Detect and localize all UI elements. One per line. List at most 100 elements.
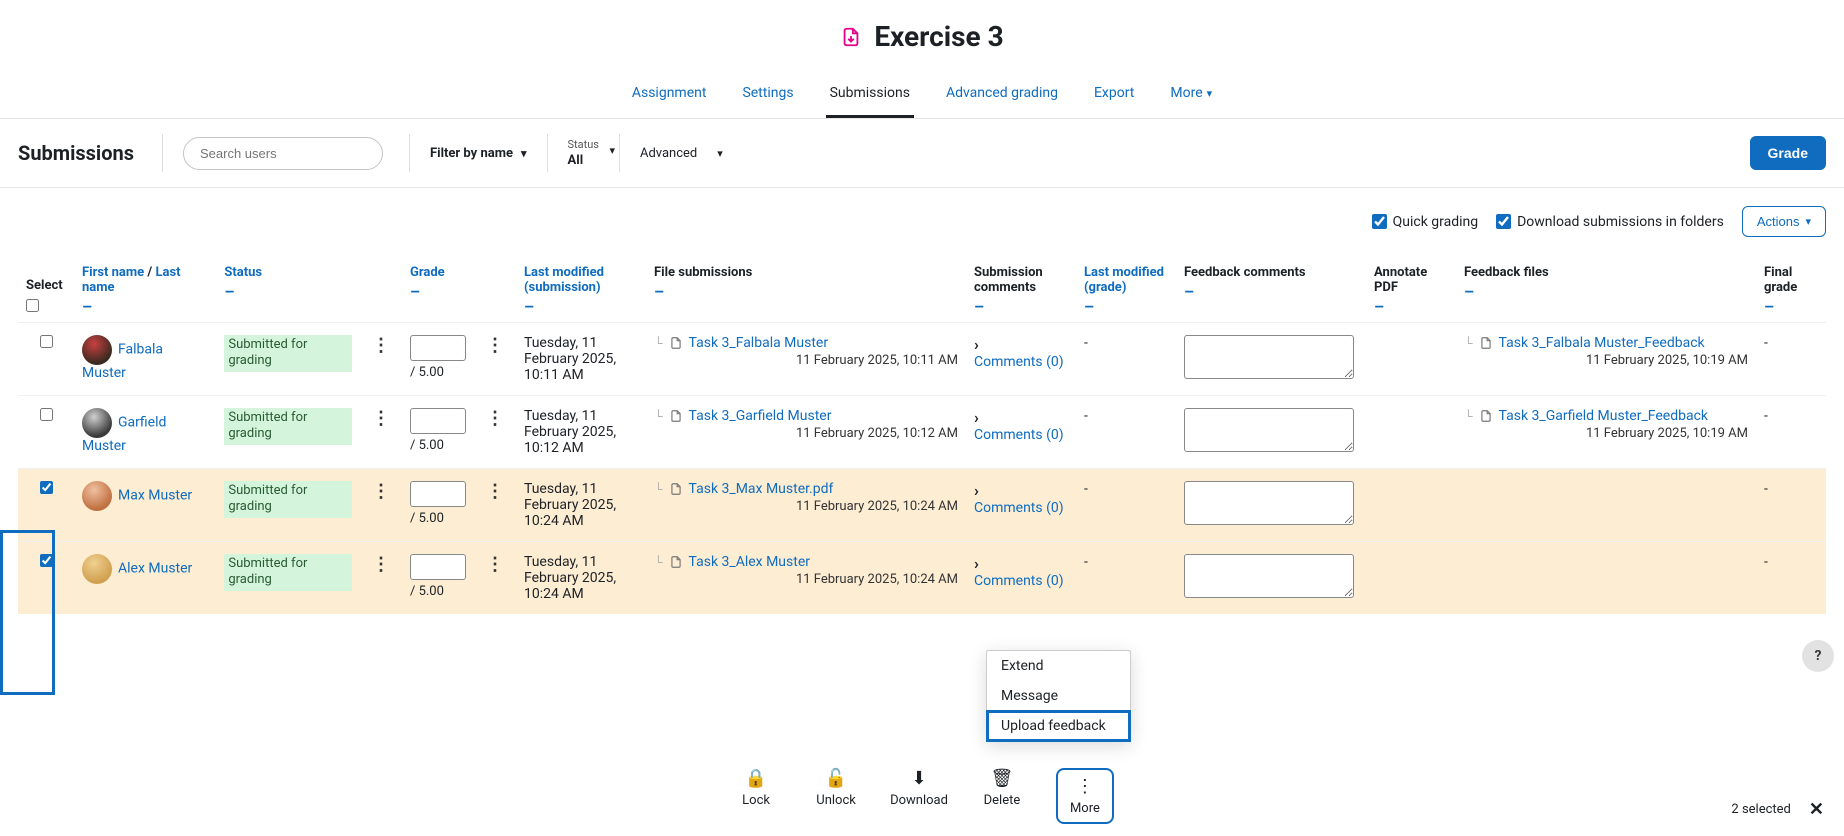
col-status[interactable]: Status – bbox=[216, 255, 360, 323]
sort-grade[interactable]: Grade bbox=[410, 265, 445, 280]
user-name-link[interactable]: Max Muster bbox=[118, 488, 192, 504]
row-menu-button[interactable]: ⋮ bbox=[482, 481, 508, 502]
submission-date: Tuesday, 11 February 2025, 10:24 AM bbox=[524, 554, 616, 602]
feedback-comments-input[interactable] bbox=[1184, 408, 1354, 452]
advanced-filter-dropdown[interactable]: Advanced ▾ bbox=[620, 142, 743, 165]
grade-input[interactable] bbox=[410, 554, 466, 580]
delete-button[interactable]: 🗑 Delete bbox=[976, 768, 1028, 808]
avatar bbox=[82, 408, 112, 438]
download-folders-input[interactable] bbox=[1496, 214, 1511, 229]
grade-button[interactable]: Grade bbox=[1750, 136, 1826, 170]
tab-advanced-grading[interactable]: Advanced grading bbox=[942, 75, 1062, 118]
tab-more[interactable]: More▾ bbox=[1166, 75, 1216, 118]
collapse-icon[interactable]: – bbox=[1464, 282, 1748, 301]
feedback-file-link[interactable]: Task 3_Falbala Muster_Feedback bbox=[1499, 335, 1705, 351]
row-menu-button[interactable]: ⋮ bbox=[368, 335, 394, 356]
collapse-icon[interactable]: – bbox=[654, 282, 958, 301]
collapse-icon[interactable]: – bbox=[224, 282, 352, 301]
submission-date: Tuesday, 11 February 2025, 10:12 AM bbox=[524, 408, 616, 456]
comments-link[interactable]: Comments (0) bbox=[974, 427, 1068, 443]
select-all-checkbox[interactable] bbox=[26, 299, 39, 312]
collapse-icon[interactable]: – bbox=[524, 297, 638, 316]
feedback-comments-input[interactable] bbox=[1184, 335, 1354, 379]
tree-icon: └ bbox=[654, 336, 663, 350]
tab-export[interactable]: Export bbox=[1090, 75, 1138, 118]
menu-item-message[interactable]: Message bbox=[987, 681, 1130, 711]
collapse-icon[interactable]: – bbox=[974, 297, 1068, 316]
download-button[interactable]: ⬇ Download bbox=[890, 768, 948, 808]
feedback-comments-input[interactable] bbox=[1184, 554, 1354, 598]
col-grade[interactable]: Grade – bbox=[402, 255, 474, 323]
more-button[interactable]: ⋮ More bbox=[1056, 768, 1114, 824]
quick-grading-input[interactable] bbox=[1372, 214, 1387, 229]
row-menu-button[interactable]: ⋮ bbox=[368, 408, 394, 429]
expand-comments-icon[interactable]: › bbox=[974, 408, 979, 427]
chevron-down-icon: ▾ bbox=[609, 144, 615, 157]
annotate-pdf-cell bbox=[1366, 542, 1456, 615]
comments-link[interactable]: Comments (0) bbox=[974, 500, 1068, 516]
download-folders-checkbox[interactable]: Download submissions in folders bbox=[1496, 214, 1724, 230]
row-menu-button[interactable]: ⋮ bbox=[368, 554, 394, 575]
comments-link[interactable]: Comments (0) bbox=[974, 573, 1068, 589]
sort-last-mod-grade[interactable]: Last modified (grade) bbox=[1084, 265, 1164, 295]
row-menu-button[interactable]: ⋮ bbox=[368, 481, 394, 502]
menu-item-extend[interactable]: Extend bbox=[987, 651, 1130, 681]
row-select-checkbox[interactable] bbox=[40, 481, 53, 494]
submission-file-link[interactable]: Task 3_Garfield Muster bbox=[689, 408, 832, 424]
tab-assignment[interactable]: Assignment bbox=[628, 75, 711, 118]
col-feedback-comments: Feedback comments – bbox=[1176, 255, 1366, 323]
grade-input[interactable] bbox=[410, 481, 466, 507]
chevron-down-icon: ▾ bbox=[1207, 87, 1213, 100]
lock-button[interactable]: 🔒 Lock bbox=[730, 768, 782, 808]
submission-file-link[interactable]: Task 3_Max Muster.pdf bbox=[689, 481, 834, 497]
row-menu-button[interactable]: ⋮ bbox=[482, 335, 508, 356]
comments-link[interactable]: Comments (0) bbox=[974, 354, 1068, 370]
expand-comments-icon[interactable]: › bbox=[974, 481, 979, 500]
expand-comments-icon[interactable]: › bbox=[974, 554, 979, 573]
grade-input[interactable] bbox=[410, 408, 466, 434]
user-name-link[interactable]: Alex Muster bbox=[118, 561, 192, 577]
status-filter-dropdown[interactable]: Status All ▾ bbox=[548, 138, 619, 168]
row-select-checkbox[interactable] bbox=[40, 335, 53, 348]
filter-by-name-dropdown[interactable]: Filter by name ▾ bbox=[410, 142, 547, 165]
help-button[interactable]: ? bbox=[1802, 640, 1834, 672]
tree-icon: └ bbox=[1464, 336, 1473, 350]
close-icon[interactable]: ✕ bbox=[1809, 799, 1824, 820]
expand-comments-icon[interactable]: › bbox=[974, 335, 979, 354]
tab-submissions[interactable]: Submissions bbox=[826, 75, 914, 118]
row-select-checkbox[interactable] bbox=[40, 554, 53, 567]
feedback-file-link[interactable]: Task 3_Garfield Muster_Feedback bbox=[1499, 408, 1709, 424]
submission-file-link[interactable]: Task 3_Falbala Muster bbox=[689, 335, 829, 351]
col-last-mod-grade[interactable]: Last modified (grade) – bbox=[1076, 255, 1176, 323]
quick-grading-checkbox[interactable]: Quick grading bbox=[1372, 214, 1479, 230]
grade-input[interactable] bbox=[410, 335, 466, 361]
sort-last-mod-submission[interactable]: Last modified (submission) bbox=[524, 265, 604, 295]
tab-settings[interactable]: Settings bbox=[738, 75, 797, 118]
search-input[interactable] bbox=[183, 137, 383, 170]
collapse-icon[interactable]: – bbox=[410, 282, 466, 301]
submission-file-link[interactable]: Task 3_Alex Muster bbox=[689, 554, 810, 570]
collapse-icon[interactable]: – bbox=[1084, 297, 1168, 316]
status-badge: Submitted for grading bbox=[224, 335, 352, 372]
collapse-icon[interactable]: – bbox=[1184, 282, 1358, 301]
unlock-button[interactable]: 🔓 Unlock bbox=[810, 768, 862, 808]
collapse-icon[interactable]: – bbox=[1374, 297, 1448, 316]
tree-icon: └ bbox=[654, 409, 663, 423]
grade-max: / 5.00 bbox=[410, 438, 466, 453]
sort-first-name[interactable]: First name bbox=[82, 265, 144, 280]
col-last-mod-submission[interactable]: Last modified (submission) – bbox=[516, 255, 646, 323]
row-menu-button[interactable]: ⋮ bbox=[482, 554, 508, 575]
collapse-icon[interactable]: – bbox=[1764, 297, 1818, 316]
sort-status[interactable]: Status bbox=[224, 265, 262, 280]
divider bbox=[162, 134, 163, 172]
actions-button[interactable]: Actions ▾ bbox=[1742, 206, 1826, 237]
last-mod-grade: - bbox=[1084, 408, 1088, 424]
menu-item-upload-feedback[interactable]: Upload feedback bbox=[987, 711, 1130, 741]
more-menu-popup: ExtendMessageUpload feedback bbox=[986, 650, 1131, 742]
collapse-icon[interactable]: – bbox=[82, 297, 208, 316]
row-select-checkbox[interactable] bbox=[40, 408, 53, 421]
row-menu-button[interactable]: ⋮ bbox=[482, 408, 508, 429]
col-feedback-files: Feedback files – bbox=[1456, 255, 1756, 323]
feedback-comments-input[interactable] bbox=[1184, 481, 1354, 525]
col-name[interactable]: First name / Last name – bbox=[74, 255, 216, 323]
